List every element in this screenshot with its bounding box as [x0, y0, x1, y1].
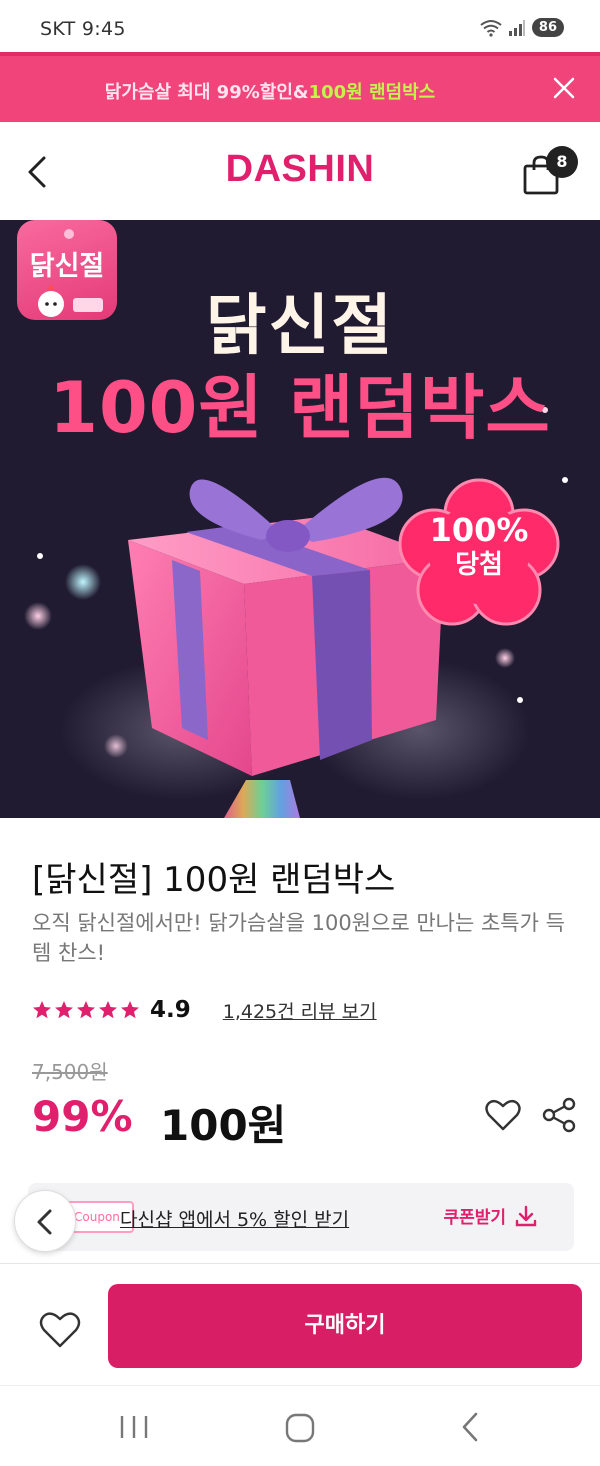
product-title: [닭신절] 100원 랜덤박스 — [32, 860, 396, 900]
status-icons: 86 — [480, 18, 564, 37]
battery-indicator: 86 — [531, 18, 564, 37]
star-icon — [77, 1001, 95, 1019]
brand-logo[interactable]: DASHIN — [0, 148, 600, 191]
floating-back-button[interactable] — [14, 1190, 76, 1252]
sale-price: 100원 — [160, 1101, 287, 1150]
promo-text-main: 닭가슴살 최대 99%할인& — [104, 82, 309, 103]
star-icon — [33, 1001, 51, 1019]
promo-banner[interactable]: 닭가슴살 최대 99%할인&100원 랜덤박스 — [0, 52, 600, 122]
purchase-bar: 구매하기 — [0, 1263, 600, 1385]
app-header: DASHIN 8 — [0, 122, 600, 220]
signal-icon — [508, 19, 525, 36]
promo-text-highlight: 100원 랜덤박스 — [308, 82, 436, 103]
status-time: SKT 9:45 — [40, 18, 126, 40]
rating-value: 4.9 — [150, 997, 191, 1023]
download-icon — [515, 1205, 537, 1226]
recent-apps-icon[interactable] — [114, 1414, 154, 1440]
star-icon — [121, 1001, 139, 1019]
review-link[interactable]: 1,425건 리뷰 보기 — [223, 997, 377, 1024]
coupon-download-button[interactable]: 쿠폰받기 — [443, 1203, 538, 1228]
cart-button[interactable]: 8 — [522, 146, 578, 196]
buy-button[interactable]: 구매하기 — [108, 1284, 582, 1368]
star-icon — [55, 1001, 73, 1019]
coupon-label[interactable]: 다신샵 앱에서 5% 할인 받기 — [120, 1205, 349, 1232]
hero-title-line2: 100원 랜덤박스 — [49, 367, 551, 449]
coupon-banner[interactable]: Coupon 다신샵 앱에서 5% 할인 받기 쿠폰받기 — [28, 1183, 574, 1251]
chevron-left-icon — [37, 1209, 52, 1235]
hero-badge-line2: 당첨 — [455, 550, 503, 580]
original-price: 7,500원 — [32, 1060, 108, 1084]
product-description: 오직 닭신절에서만! 닭가슴살을 100원으로 만나는 초특가 득템 찬스! — [32, 911, 565, 965]
rating-row: 4.9 1,425건 리뷰 보기 — [32, 994, 377, 1026]
heart-icon[interactable] — [484, 1096, 522, 1134]
heart-icon[interactable] — [38, 1308, 82, 1352]
close-icon[interactable] — [546, 70, 582, 106]
wifi-icon — [480, 19, 502, 37]
back-icon[interactable] — [456, 1410, 484, 1444]
star-rating — [32, 1000, 140, 1020]
hero-banner: 닭신절 닭신절 100원 랜덤박스 100% 당첨 — [0, 220, 600, 818]
coupon-action-label: 쿠폰받기 — [443, 1208, 506, 1228]
promo-text: 닭가슴살 최대 99%할인&100원 랜덤박스 — [0, 78, 540, 104]
cart-count-badge: 8 — [546, 146, 578, 178]
hero-badge-text: 100% 당첨 — [396, 512, 562, 582]
share-icon[interactable] — [540, 1096, 578, 1134]
hero-badge-line1: 100% — [429, 511, 529, 549]
home-icon[interactable] — [284, 1412, 316, 1444]
discount-rate: 99% — [32, 1092, 133, 1141]
system-nav-bar — [0, 1385, 600, 1466]
star-icon — [99, 1001, 117, 1019]
status-bar: SKT 9:45 86 — [0, 0, 600, 56]
